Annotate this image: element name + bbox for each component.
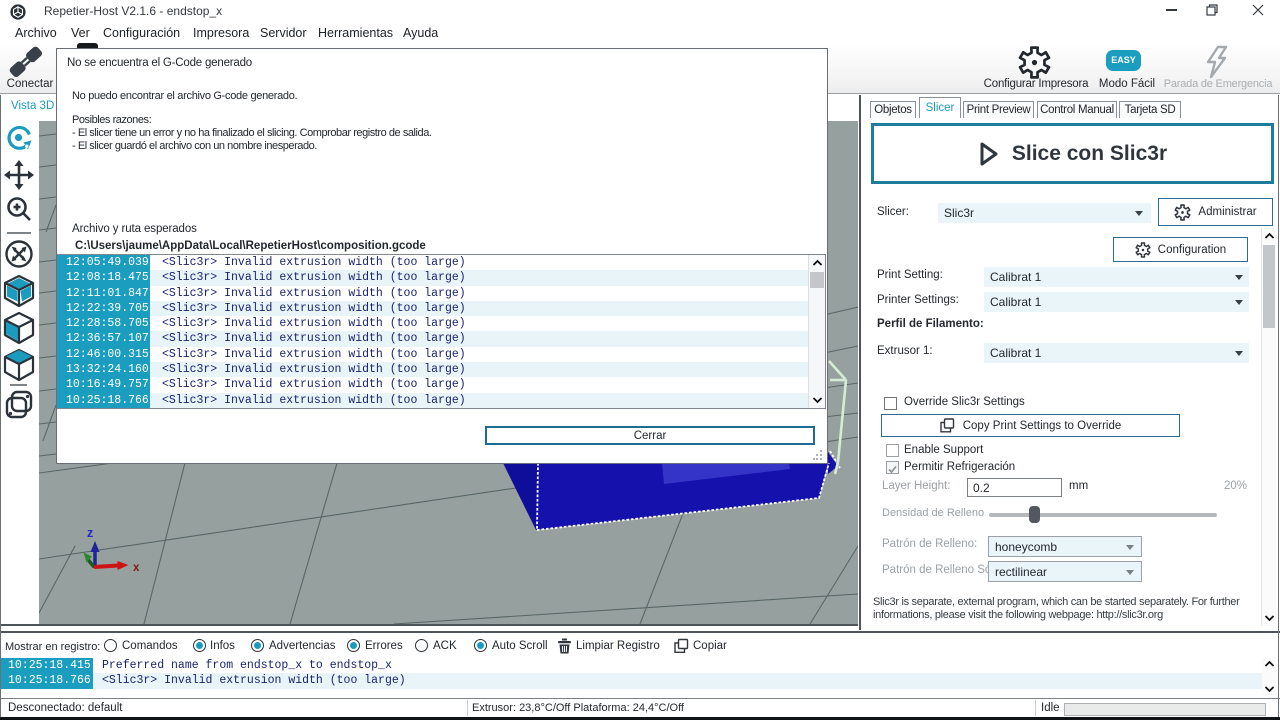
svg-text:z: z	[87, 526, 93, 540]
svg-text:x: x	[133, 562, 140, 574]
